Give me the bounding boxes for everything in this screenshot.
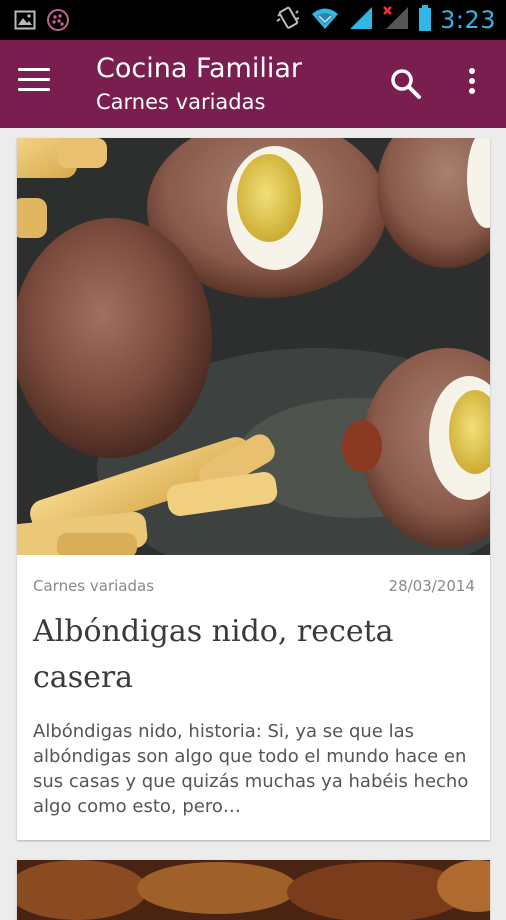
search-button[interactable] <box>388 66 424 102</box>
recipe-photo <box>17 860 490 920</box>
recipe-title: Albóndigas nido, receta casera <box>33 614 394 695</box>
bbm-icon <box>46 8 70 36</box>
menu-button[interactable] <box>18 68 54 100</box>
app-bar-titles: Cocina Familiar Carnes variadas <box>96 52 302 118</box>
recipe-card-next[interactable] <box>17 860 490 920</box>
vibrate-icon <box>274 4 302 36</box>
signal-icon <box>348 5 374 35</box>
more-vert-icon <box>458 68 486 94</box>
recipe-photo <box>17 138 490 555</box>
recipe-card[interactable]: Carnes variadas 28/03/2014 Albóndigas ni… <box>17 138 490 840</box>
notification-icons <box>14 8 70 36</box>
recipe-excerpt: Albóndigas nido, historia: Si, ya se que… <box>33 721 469 817</box>
hamburger-menu-icon <box>18 68 50 71</box>
recipe-date: 28/03/2014 <box>388 577 475 595</box>
status-bar: 3:23 <box>0 0 506 40</box>
recipe-category: Carnes variadas <box>33 577 155 595</box>
section-subtitle: Carnes variadas <box>96 90 266 114</box>
overflow-menu-button[interactable] <box>458 68 486 104</box>
battery-icon <box>418 4 432 36</box>
app-title: Cocina Familiar <box>96 53 303 84</box>
image-icon <box>14 9 36 35</box>
no-signal-icon <box>382 5 410 35</box>
search-icon <box>391 69 421 99</box>
wifi-icon <box>310 5 340 35</box>
clock: 3:23 <box>440 6 496 34</box>
app-bar: Cocina Familiar Carnes variadas <box>0 40 506 128</box>
recipe-card-body: Carnes variadas 28/03/2014 Albóndigas ni… <box>17 555 490 840</box>
system-icons: 3:23 <box>274 4 496 36</box>
